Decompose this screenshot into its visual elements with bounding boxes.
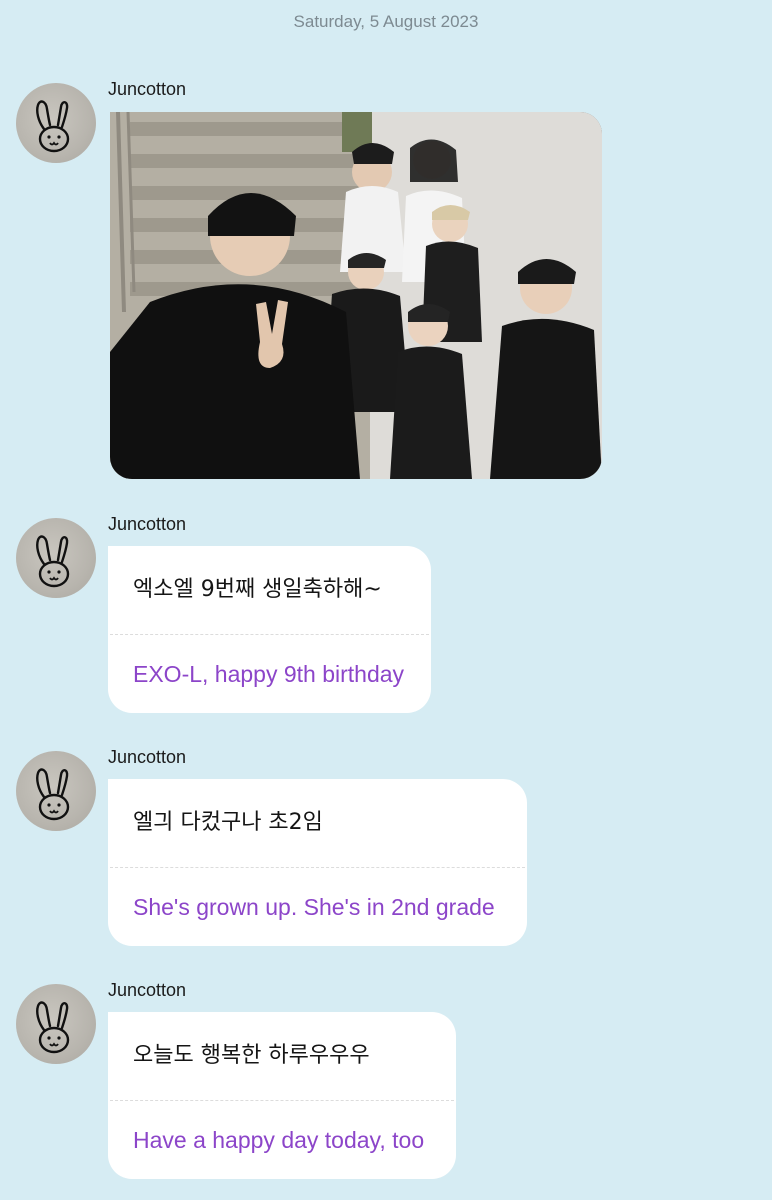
avatar[interactable] <box>16 83 96 163</box>
sender-name: Juncotton <box>108 514 187 534</box>
sender-name: Juncotton <box>108 747 187 767</box>
message-bubble[interactable]: 엑소엘 9번째 생일축하해~ EXO-L, happy 9th birthday <box>108 546 431 713</box>
bunny-icon <box>36 1001 70 1054</box>
photo-illustration <box>110 112 602 479</box>
translated-text: EXO-L, happy 9th birthday <box>133 661 405 687</box>
sender-name: Juncotton <box>108 79 187 99</box>
bunny-icon <box>36 535 70 588</box>
bunny-icon <box>36 100 70 153</box>
avatar[interactable] <box>16 751 96 831</box>
date-header: Saturday, 5 August 2023 <box>293 12 479 31</box>
original-text: 엑소엘 9번째 생일축하해~ <box>133 577 382 602</box>
sender-name: Juncotton <box>108 980 187 1000</box>
avatar[interactable] <box>16 984 96 1064</box>
translated-text: She's grown up. She's in 2nd grade <box>133 894 495 920</box>
message-bubble[interactable]: 오늘도 행복한 하루우우우 Have a happy day today, to… <box>108 1012 456 1179</box>
avatar[interactable] <box>16 518 96 598</box>
shared-photo[interactable] <box>110 112 602 479</box>
message-bubble[interactable]: 엘긔 다컸구나 초2임 She's grown up. She's in 2nd… <box>108 779 527 946</box>
translated-text: Have a happy day today, too <box>133 1127 425 1153</box>
original-text: 엘긔 다컸구나 초2임 <box>133 810 323 835</box>
bunny-icon <box>36 768 70 821</box>
original-text: 오늘도 행복한 하루우우우 <box>133 1043 370 1068</box>
